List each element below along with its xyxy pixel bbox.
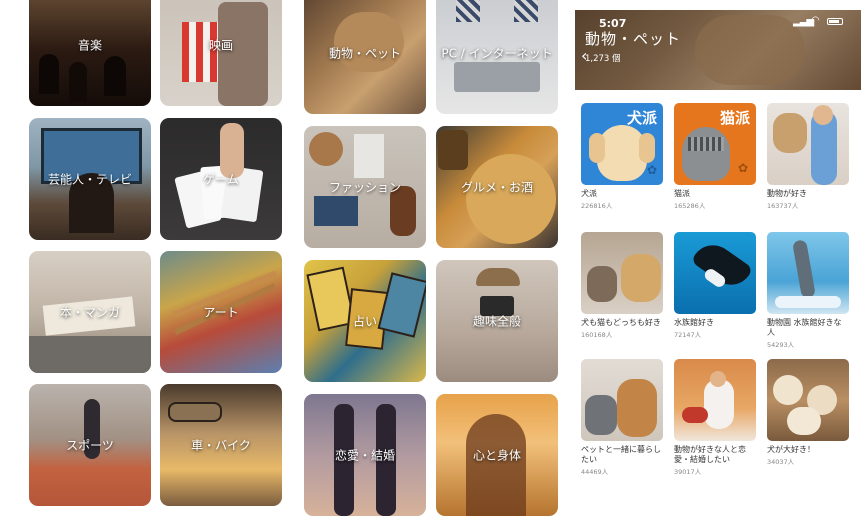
community-card[interactable]: 水族館好き 72147人 [674, 232, 756, 339]
category-tile-cars-bikes[interactable]: 車・バイク [160, 384, 282, 506]
category-tile-love-marriage[interactable]: 恋愛・結婚 [304, 394, 426, 516]
community-name: ペットと一緒に暮らしたい [581, 445, 661, 464]
community-name: 猫派 [674, 189, 690, 198]
community-name: 水族館好き [674, 318, 714, 327]
wifi-icon: ◠ [811, 15, 820, 26]
category-label: 心と身体 [472, 448, 521, 463]
community-members: 54293人 [767, 341, 795, 349]
community-card[interactable]: 犬も猫もどっちも好き 160168人 [581, 232, 663, 339]
community-thumbnail [581, 232, 663, 314]
community-thumbnail [767, 359, 849, 441]
category-tile-celebrity-tv[interactable]: 芸能人・テレビ [29, 118, 151, 240]
community-thumbnail [767, 103, 849, 185]
community-card[interactable]: 動物が好きな人と恋愛・結婚したい 39017人 [674, 359, 756, 476]
community-members: 165286人 [674, 202, 706, 210]
category-label: アート [203, 305, 239, 320]
category-detail-screen: 5:07 ▂▃▅ ◠ ‹ 動物・ペット 1,273 個 犬派 ✿ 犬派 2268… [575, 0, 864, 485]
category-tile-animals-pets[interactable]: 動物・ペット [304, 0, 426, 114]
category-label: 動物・ペット [328, 46, 401, 61]
category-label: 恋愛・結婚 [334, 448, 395, 463]
category-title: 動物・ペット [585, 30, 682, 48]
community-name: 犬派 [581, 189, 597, 198]
community-members: 72147人 [674, 331, 702, 339]
category-label: 本・マンガ [59, 305, 120, 320]
category-label: 占い [352, 314, 377, 329]
community-card[interactable]: ペットと一緒に暮らしたい 44469人 [581, 359, 663, 476]
category-label: PC / インターネット [441, 46, 553, 61]
community-name: 動物が好きな人と恋愛・結婚したい [674, 445, 746, 464]
category-label: 映画 [208, 38, 233, 53]
category-label: ファッション [328, 180, 401, 195]
community-thumbnail: 犬派 ✿ [581, 103, 663, 185]
community-name: 動物が好き [767, 189, 807, 198]
category-tile-hobbies[interactable]: 趣味全般 [436, 260, 558, 382]
battery-icon [827, 18, 843, 25]
category-tile-fortune-telling[interactable]: 占い [304, 260, 426, 382]
community-thumbnail [674, 359, 756, 441]
category-tile-books-manga[interactable]: 本・マンガ [29, 251, 151, 373]
community-badge: 犬派 [626, 109, 657, 127]
community-members: 44469人 [581, 468, 609, 476]
category-label: 芸能人・テレビ [47, 172, 132, 187]
community-card[interactable]: 犬派 ✿ 犬派 226816人 [581, 103, 663, 210]
category-label: 趣味全般 [472, 314, 521, 329]
category-tile-pc-internet[interactable]: PC / インターネット [436, 0, 558, 114]
community-badge: 猫派 [719, 109, 750, 127]
category-tile-movies[interactable]: 映画 [160, 0, 282, 106]
community-card[interactable]: 動物園 水族館好きな人 54293人 [767, 232, 849, 349]
community-name: 犬が大好き！ [767, 445, 815, 454]
category-tile-fashion[interactable]: ファッション [304, 126, 426, 248]
paw-icon: ✿ [737, 161, 748, 175]
community-card[interactable]: 犬が大好き！ 34037人 [767, 359, 849, 466]
category-tile-mind-body[interactable]: 心と身体 [436, 394, 558, 516]
category-tile-art[interactable]: アート [160, 251, 282, 373]
category-label: スポーツ [66, 438, 114, 453]
category-label: 音楽 [77, 38, 102, 53]
category-tile-gourmet-drinks[interactable]: グルメ・お酒 [436, 126, 558, 248]
community-thumbnail [581, 359, 663, 441]
community-members: 226816人 [581, 202, 613, 210]
community-members: 163737人 [767, 202, 799, 210]
community-card[interactable]: 猫派 ✿ 猫派 165286人 [674, 103, 756, 210]
community-members: 34037人 [767, 458, 795, 466]
category-label: グルメ・お酒 [460, 180, 533, 195]
category-tile-games[interactable]: ゲーム [160, 118, 282, 240]
community-members: 160168人 [581, 331, 613, 339]
category-label: 車・バイク [191, 438, 251, 453]
paw-icon: ✿ [646, 163, 657, 177]
community-name: 動物園 水族館好きな人 [767, 318, 842, 337]
community-card[interactable]: 動物が好き 163737人 [767, 103, 849, 210]
community-thumbnail [767, 232, 849, 314]
community-members: 39017人 [674, 468, 702, 476]
community-name: 犬も猫もどっちも好き [581, 318, 661, 327]
community-thumbnail: 猫派 ✿ [674, 103, 756, 185]
category-tile-sports[interactable]: スポーツ [29, 384, 151, 506]
category-header: 5:07 ▂▃▅ ◠ ‹ 動物・ペット 1,273 個 [575, 10, 861, 90]
category-label: ゲーム [203, 172, 239, 187]
category-count: 1,273 個 [585, 54, 621, 64]
category-tile-music[interactable]: 音楽 [29, 0, 151, 106]
community-thumbnail [674, 232, 756, 314]
